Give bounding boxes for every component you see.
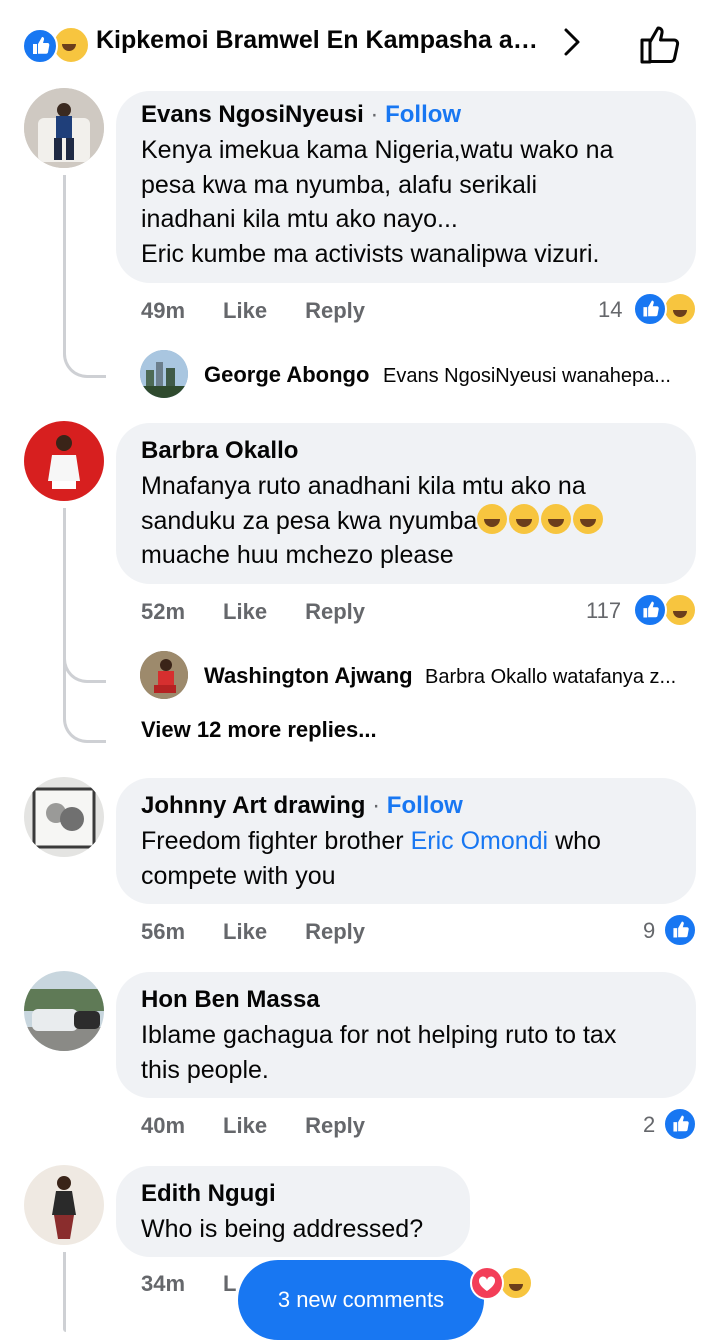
avatar[interactable]: [24, 88, 104, 168]
post-header: Kipkemoi Bramwel En Kampasha and...: [0, 0, 720, 88]
timestamp: 52m: [141, 599, 186, 624]
follow-button[interactable]: Follow: [385, 101, 461, 128]
like-button[interactable]: Like: [223, 1113, 267, 1138]
comment-text: Mnafanya ruto anadhani kila mtu ako na s…: [141, 469, 605, 573]
avatar[interactable]: [24, 1165, 104, 1245]
comment-text: Who is being addressed?: [141, 1215, 424, 1243]
comment-text: Kenya imekua kama Nigeria,watu wako na p…: [141, 136, 614, 268]
reply-author[interactable]: George Abongo: [204, 362, 369, 388]
comment-author[interactable]: Edith Ngugi: [141, 1180, 276, 1208]
reaction-count[interactable]: 9: [643, 918, 655, 944]
avatar[interactable]: [24, 421, 104, 501]
comment-author[interactable]: Evans NgosiNyeusi · Follow: [141, 101, 461, 129]
haha-reaction-icon: [663, 593, 697, 627]
post-title[interactable]: Kipkemoi Bramwel En Kampasha and...: [96, 26, 546, 55]
like-reaction-icon: [633, 292, 667, 326]
avatar[interactable]: [24, 971, 104, 1051]
mention-link[interactable]: Eric Omondi: [411, 827, 549, 855]
avatar[interactable]: [140, 350, 188, 398]
like-button[interactable]: Like: [223, 919, 267, 944]
avatar[interactable]: [24, 777, 104, 857]
like-reaction-icon: [663, 913, 697, 947]
thumbs-up-icon[interactable]: [636, 20, 684, 68]
reaction-count[interactable]: 14: [598, 297, 622, 323]
comment-author[interactable]: Hon Ben Massa: [141, 986, 320, 1014]
like-button[interactable]: Like: [223, 298, 267, 323]
timestamp: 40m: [141, 1113, 186, 1138]
like-reaction-icon: [22, 28, 58, 64]
timestamp: 56m: [141, 919, 186, 944]
comment-text: Iblame gachagua for not helping ruto to …: [141, 1021, 617, 1084]
haha-reaction-icon: [663, 292, 697, 326]
comment-meta: 56m Like Reply: [141, 919, 403, 945]
reply-snippet[interactable]: Evans NgosiNyeusi wanahepa...: [383, 365, 693, 388]
comment-author[interactable]: Johnny Art drawing · Follow: [141, 792, 463, 820]
love-reaction-icon: [470, 1266, 504, 1300]
reply-snippet[interactable]: Barbra Okallo watafanya z...: [425, 666, 693, 689]
thread-line: [63, 175, 106, 378]
comment-meta: 49m Like Reply: [141, 298, 403, 324]
like-reaction-icon: [633, 593, 667, 627]
reply-button[interactable]: Reply: [305, 599, 365, 624]
reply-button[interactable]: Reply: [305, 298, 365, 323]
view-more-replies[interactable]: View 12 more replies...: [141, 717, 377, 743]
reply-button[interactable]: Reply: [305, 919, 365, 944]
comment-text: Freedom fighter brother Eric Omondi who …: [141, 827, 601, 890]
like-button[interactable]: L: [223, 1271, 236, 1296]
reply-button[interactable]: Reply: [305, 1113, 365, 1138]
avatar[interactable]: [140, 651, 188, 699]
reaction-count[interactable]: 117: [586, 598, 621, 624]
like-reaction-icon: [663, 1107, 697, 1141]
follow-button[interactable]: Follow: [387, 792, 463, 819]
new-comments-button[interactable]: 3 new comments: [238, 1260, 484, 1340]
comment-meta: 40m Like Reply: [141, 1113, 403, 1139]
thread-line: [63, 508, 106, 683]
comment-author[interactable]: Barbra Okallo: [141, 437, 298, 465]
rofl-emoji: [477, 503, 605, 535]
like-button[interactable]: Like: [223, 599, 267, 624]
chevron-right-icon[interactable]: [560, 22, 584, 71]
timestamp: 34m: [141, 1271, 186, 1296]
timestamp: 49m: [141, 298, 186, 323]
comment-meta: 52m Like Reply: [141, 599, 403, 625]
thread-line: [63, 1252, 66, 1332]
reply-author[interactable]: Washington Ajwang: [204, 663, 413, 689]
reaction-count[interactable]: 2: [643, 1112, 655, 1138]
haha-reaction-icon: [499, 1266, 533, 1300]
